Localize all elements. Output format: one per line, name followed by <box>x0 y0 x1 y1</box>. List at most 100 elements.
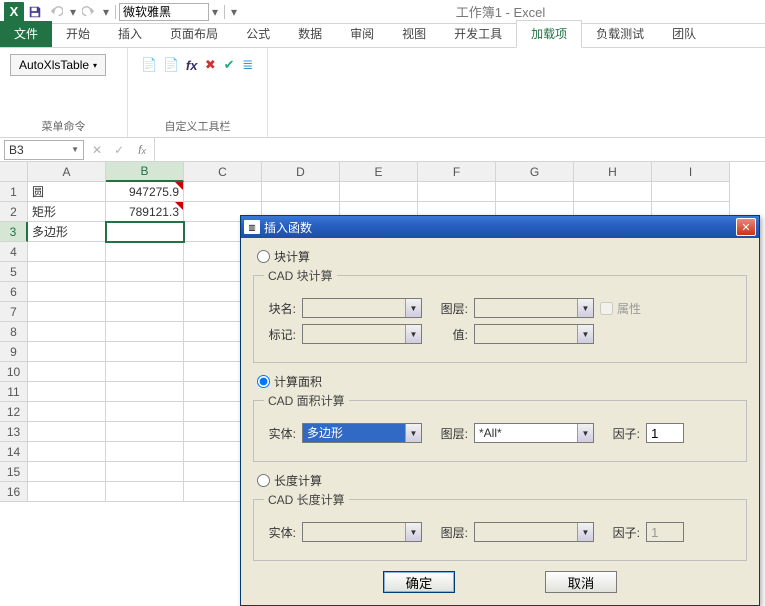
save-icon[interactable] <box>25 2 45 22</box>
row-header[interactable]: 5 <box>0 262 28 282</box>
fx-icon[interactable]: fx <box>130 143 154 157</box>
name-box[interactable]: B3 ▼ <box>4 140 84 160</box>
col-header[interactable]: C <box>184 162 262 182</box>
cell[interactable] <box>106 242 184 262</box>
cell[interactable] <box>28 322 106 342</box>
tool-icon-4[interactable]: ✖ <box>204 56 217 74</box>
cell[interactable] <box>106 442 184 462</box>
font-select[interactable] <box>119 3 209 21</box>
combo-value[interactable]: ▼ <box>474 324 594 344</box>
cell[interactable] <box>652 182 730 202</box>
tab-home[interactable]: 开始 <box>52 21 104 47</box>
undo-dropdown-icon[interactable]: ▾ <box>67 5 79 19</box>
combo-len-layer[interactable]: ▼ <box>474 522 594 542</box>
cell[interactable] <box>28 362 106 382</box>
col-header[interactable]: B <box>106 162 184 182</box>
cell[interactable]: 圆 <box>28 182 106 202</box>
cell[interactable] <box>106 422 184 442</box>
col-header[interactable]: E <box>340 162 418 182</box>
tab-loadtest[interactable]: 负载测试 <box>582 21 658 47</box>
undo-icon[interactable] <box>46 2 66 22</box>
row-header[interactable]: 9 <box>0 342 28 362</box>
cell[interactable] <box>184 182 262 202</box>
cell[interactable] <box>106 282 184 302</box>
cancel-button[interactable]: 取消 <box>545 571 617 593</box>
formula-input[interactable] <box>154 138 765 161</box>
row-header[interactable]: 3 <box>0 222 28 242</box>
row-header[interactable]: 13 <box>0 422 28 442</box>
tool-icon-1[interactable]: 📄 <box>141 56 157 74</box>
cell[interactable] <box>28 262 106 282</box>
row-header[interactable]: 1 <box>0 182 28 202</box>
font-dropdown-icon[interactable]: ▾ <box>209 5 221 19</box>
row-header[interactable]: 11 <box>0 382 28 402</box>
cell[interactable]: 多边形 <box>28 222 106 242</box>
cell[interactable] <box>28 482 106 502</box>
close-icon[interactable]: ✕ <box>736 218 756 236</box>
cell[interactable] <box>418 182 496 202</box>
tool-icon-3[interactable]: fx <box>185 56 198 74</box>
row-header[interactable]: 12 <box>0 402 28 422</box>
cell[interactable] <box>574 182 652 202</box>
fx-cancel-icon[interactable]: ✕ <box>86 143 108 157</box>
cell[interactable] <box>28 382 106 402</box>
qat-customize-icon[interactable]: ▾ <box>228 5 240 19</box>
cell[interactable] <box>106 462 184 482</box>
tool-icon-2[interactable]: 📄 <box>163 56 179 74</box>
cell[interactable] <box>106 362 184 382</box>
tab-team[interactable]: 团队 <box>658 21 710 47</box>
cell[interactable] <box>106 322 184 342</box>
cell[interactable] <box>28 442 106 462</box>
row-header[interactable]: 6 <box>0 282 28 302</box>
col-header[interactable]: D <box>262 162 340 182</box>
radio-block[interactable] <box>257 250 270 263</box>
cell[interactable] <box>28 242 106 262</box>
tab-view[interactable]: 视图 <box>388 21 440 47</box>
cell[interactable] <box>28 402 106 422</box>
tab-layout[interactable]: 页面布局 <box>156 21 232 47</box>
tab-data[interactable]: 数据 <box>284 21 336 47</box>
cell[interactable] <box>262 182 340 202</box>
cell[interactable] <box>28 282 106 302</box>
tab-file[interactable]: 文件 <box>0 21 52 47</box>
cell[interactable] <box>106 262 184 282</box>
row-header[interactable]: 8 <box>0 322 28 342</box>
tab-insert[interactable]: 插入 <box>104 21 156 47</box>
tab-formulas[interactable]: 公式 <box>232 21 284 47</box>
cell[interactable] <box>28 422 106 442</box>
col-header[interactable]: H <box>574 162 652 182</box>
combo-area-layer[interactable]: *All*▼ <box>474 423 594 443</box>
row-header[interactable]: 16 <box>0 482 28 502</box>
row-header[interactable]: 4 <box>0 242 28 262</box>
fx-enter-icon[interactable]: ✓ <box>108 143 130 157</box>
combo-len-entity[interactable]: ▼ <box>302 522 422 542</box>
select-all-corner[interactable] <box>0 162 28 182</box>
redo-dropdown-icon[interactable]: ▾ <box>100 5 112 19</box>
cell[interactable] <box>106 482 184 502</box>
combo-block-name[interactable]: ▼ <box>302 298 422 318</box>
row-header[interactable]: 14 <box>0 442 28 462</box>
cell[interactable] <box>106 402 184 422</box>
cell[interactable] <box>106 342 184 362</box>
cell[interactable] <box>28 342 106 362</box>
row-header[interactable]: 15 <box>0 462 28 482</box>
cell[interactable] <box>28 462 106 482</box>
row-header[interactable]: 10 <box>0 362 28 382</box>
row-header[interactable]: 2 <box>0 202 28 222</box>
row-header[interactable]: 7 <box>0 302 28 322</box>
cell[interactable] <box>106 382 184 402</box>
tab-dev[interactable]: 开发工具 <box>440 21 516 47</box>
tab-review[interactable]: 审阅 <box>336 21 388 47</box>
tool-icon-5[interactable]: ✔ <box>223 56 236 74</box>
dialog-titlebar[interactable]: ▥ 插入函数 ✕ <box>241 216 759 238</box>
col-header[interactable]: F <box>418 162 496 182</box>
input-area-factor[interactable] <box>646 423 684 443</box>
tab-addins[interactable]: 加载项 <box>516 20 582 48</box>
cell[interactable] <box>496 182 574 202</box>
cell[interactable]: 789121.3 <box>106 202 184 222</box>
col-header[interactable]: G <box>496 162 574 182</box>
cell[interactable]: 矩形 <box>28 202 106 222</box>
tool-icon-6[interactable]: ≣ <box>241 56 254 74</box>
cell[interactable] <box>340 182 418 202</box>
radio-area[interactable] <box>257 375 270 388</box>
